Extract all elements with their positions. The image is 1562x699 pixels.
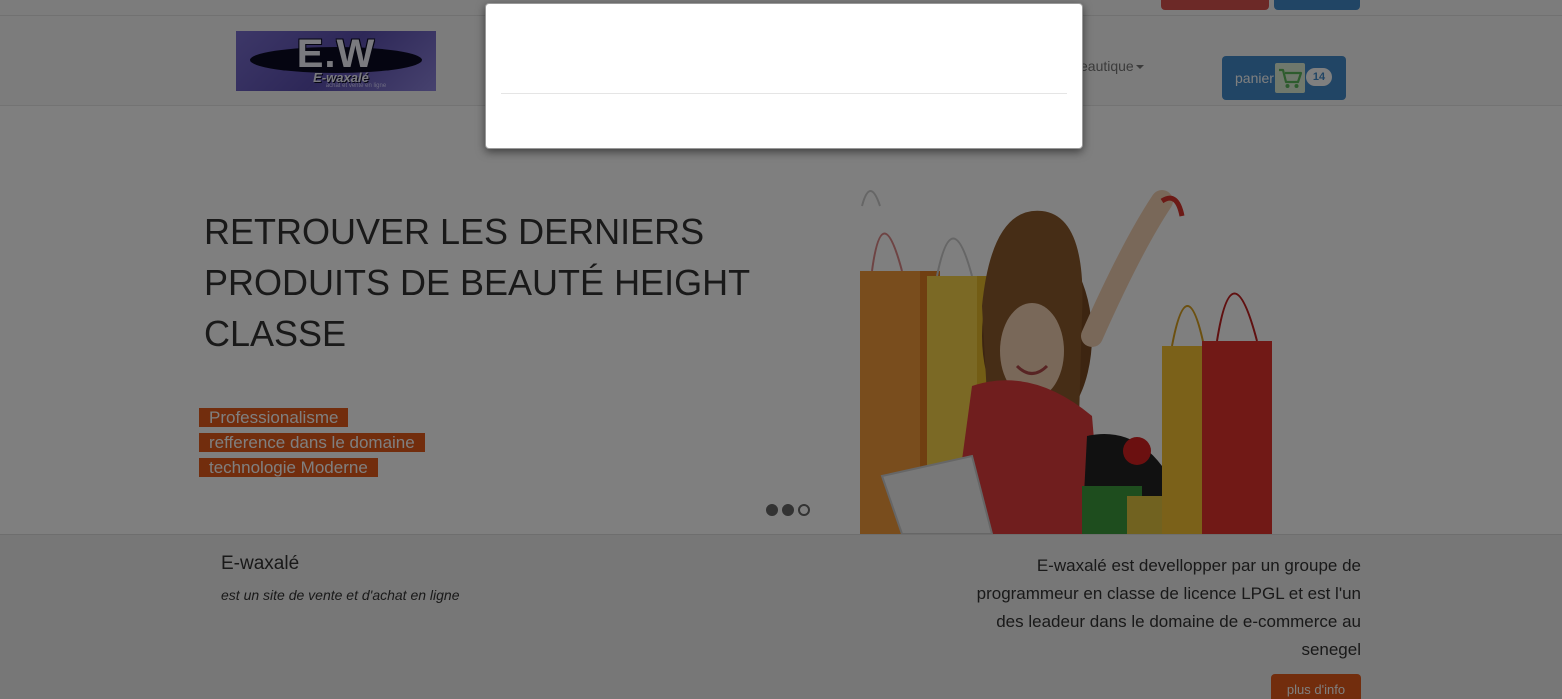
modal-body bbox=[501, 95, 1067, 149]
modal-dialog bbox=[485, 3, 1083, 149]
modal-header bbox=[501, 4, 1067, 94]
